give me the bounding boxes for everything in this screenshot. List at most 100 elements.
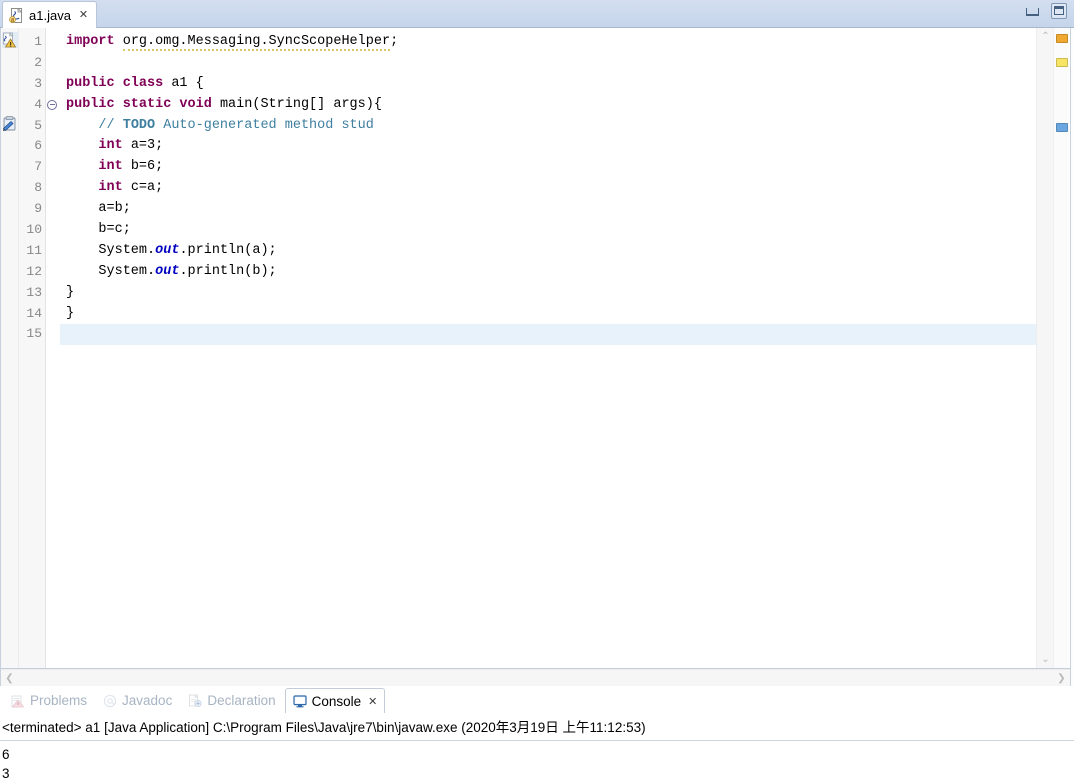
view-tab-bar: Problems Javadoc Declaration Console ✕ <box>0 686 1074 713</box>
fold-row <box>46 74 60 95</box>
tab-javadoc[interactable]: Javadoc <box>96 688 179 713</box>
line-number: 12 <box>26 263 42 279</box>
code-line[interactable] <box>60 53 1036 74</box>
code-token: // <box>66 117 123 133</box>
tab-problems[interactable]: Problems <box>4 688 94 713</box>
code-line[interactable]: a=b; <box>60 199 1036 220</box>
line-number: 10 <box>26 222 42 238</box>
fold-row <box>46 32 60 53</box>
code-line[interactable] <box>60 324 1036 346</box>
line-number: 11 <box>26 242 42 258</box>
code-token: out <box>155 242 180 258</box>
line-number: 7 <box>34 159 42 175</box>
eclipse-ide-window: a1.java ✕ 1 2 3 4 5 6 7 8 9 10 11 12 13 … <box>0 0 1074 783</box>
window-controls <box>1023 3 1068 19</box>
code-line[interactable]: import org.omg.Messaging.SyncScopeHelper… <box>60 32 1036 53</box>
fold-row <box>46 241 60 262</box>
code-token: b=6; <box>122 159 164 175</box>
fold-collapse-icon[interactable] <box>47 99 57 110</box>
code-token: public static void <box>66 96 220 112</box>
scroll-down-icon[interactable]: ⌄ <box>1037 651 1054 668</box>
editor-right-rulers: ⌃ ⌄ <box>1036 28 1070 668</box>
code-token: int <box>98 138 123 154</box>
scroll-left-icon[interactable]: ❮ <box>1 670 18 687</box>
line-number: 3 <box>34 75 42 91</box>
fold-row <box>46 304 60 325</box>
code-token: a=3; <box>122 138 164 154</box>
line-number: 1 <box>34 34 42 49</box>
javadoc-icon <box>103 694 117 708</box>
fold-row <box>46 136 60 157</box>
bottom-panel: Problems Javadoc Declaration Console ✕ <term… <box>0 686 1074 783</box>
tab-close-icon[interactable]: ✕ <box>368 695 377 708</box>
code-token: } <box>66 305 75 321</box>
tab-label: Javadoc <box>122 693 173 708</box>
code-line[interactable]: int b=6; <box>60 157 1036 178</box>
editor-horizontal-scrollbar[interactable]: ❮ ❯ <box>1 669 1070 686</box>
fold-row <box>46 116 60 137</box>
code-line[interactable]: // TODO Auto-generated method stud <box>60 116 1036 137</box>
warning-marker-icon[interactable] <box>2 32 18 48</box>
code-line[interactable]: } <box>60 304 1036 325</box>
tab-label: Problems <box>30 693 88 708</box>
editor-tab-a1-java[interactable]: a1.java ✕ <box>2 1 98 28</box>
code-token: System. <box>66 263 156 279</box>
console-process-header: <terminated> a1 [Java Application] C:\Pr… <box>0 713 1074 741</box>
code-line[interactable]: int c=a; <box>60 178 1036 199</box>
line-number: 4 <box>34 96 42 112</box>
fold-row <box>46 95 60 116</box>
annotation-ruler[interactable] <box>1 28 19 668</box>
problems-icon <box>11 694 25 708</box>
scroll-up-icon[interactable]: ⌃ <box>1037 28 1054 45</box>
cursor-marker[interactable] <box>1056 123 1068 132</box>
editor-panel: 1 2 3 4 5 6 7 8 9 10 11 12 13 14 15 import org.omg.Mes… <box>0 28 1071 686</box>
tab-label: Console <box>311 693 362 709</box>
overview-ruler[interactable] <box>1053 28 1069 668</box>
source-code-view[interactable]: import org.omg.Messaging.SyncScopeHelper… <box>60 28 1036 668</box>
code-line[interactable]: public class a1 { <box>60 74 1036 95</box>
editor-tab-bar: a1.java ✕ <box>0 0 1074 28</box>
code-line[interactable]: public static void main(String[] args){ <box>60 95 1036 116</box>
editor-content-area: 1 2 3 4 5 6 7 8 9 10 11 12 13 14 15 import org.omg.Mes… <box>1 28 1070 669</box>
minimize-icon[interactable] <box>1023 3 1041 19</box>
code-token: org.omg.Messaging.SyncScopeHelper <box>122 34 391 51</box>
fold-row <box>46 178 60 199</box>
code-token: TODO <box>122 117 156 133</box>
code-token: int <box>98 180 123 196</box>
console-output[interactable]: 63 <box>0 741 1074 783</box>
code-line[interactable]: b=c; <box>60 220 1036 241</box>
folding-ruler[interactable] <box>46 28 60 668</box>
console-output-line: 3 <box>2 766 10 781</box>
console-output-line: 6 <box>2 747 10 762</box>
code-line[interactable]: } <box>60 283 1036 304</box>
fold-row <box>46 262 60 283</box>
line-number: 13 <box>26 284 42 300</box>
todo-marker[interactable] <box>1056 58 1068 67</box>
warning-marker[interactable] <box>1056 34 1068 43</box>
fold-row <box>46 324 60 345</box>
tab-declaration[interactable]: Declaration <box>181 688 282 713</box>
code-token: b=c; <box>66 222 131 238</box>
code-token: .println(b); <box>179 263 277 279</box>
code-token: a1 { <box>171 75 204 91</box>
fold-row <box>46 53 60 74</box>
code-token: a=b; <box>66 201 131 217</box>
scroll-right-icon[interactable]: ❯ <box>1053 670 1070 687</box>
maximize-icon[interactable] <box>1050 3 1068 19</box>
code-token: } <box>66 284 75 300</box>
todo-task-icon[interactable] <box>2 116 18 132</box>
code-line[interactable]: int a=3; <box>60 136 1036 157</box>
line-number: 15 <box>26 326 42 342</box>
line-number: 6 <box>34 138 42 154</box>
tab-console[interactable]: Console ✕ <box>284 688 386 713</box>
editor-tab-label: a1.java <box>29 7 71 23</box>
code-line[interactable]: System.out.println(a); <box>60 241 1036 262</box>
console-icon <box>293 694 307 708</box>
code-token: c=a; <box>122 180 164 196</box>
editor-vertical-scrollbar[interactable]: ⌃ ⌄ <box>1036 28 1053 668</box>
code-line[interactable]: System.out.println(b); <box>60 262 1036 283</box>
editor-tab-close-icon[interactable]: ✕ <box>79 9 88 21</box>
